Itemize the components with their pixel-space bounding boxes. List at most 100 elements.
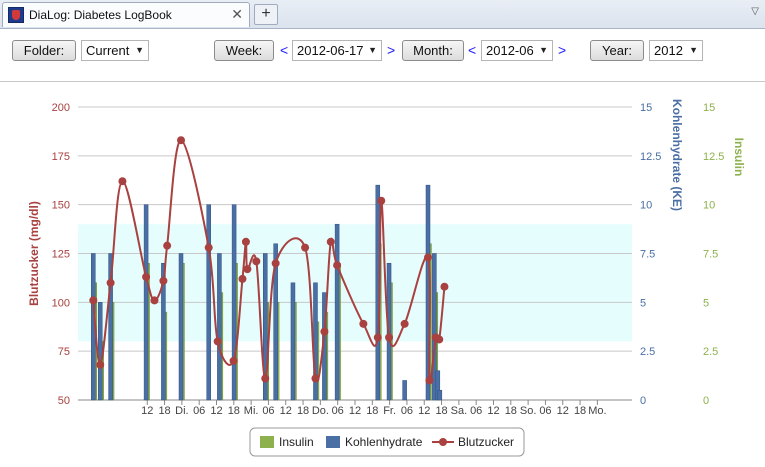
x-tick-label: Di. xyxy=(175,405,188,417)
folder-button[interactable]: Folder: xyxy=(12,40,76,61)
y-left-axis-title: Blutzucker (mg/dl) xyxy=(27,201,41,306)
week-next-link[interactable]: > xyxy=(387,41,395,59)
blutzucker-point xyxy=(241,237,250,246)
legend-blutzucker-label: Blutzucker xyxy=(458,435,514,449)
y-left-tick-label: 150 xyxy=(52,200,70,212)
y-right-ke-axis-title: Kohlenhydrate (KE) xyxy=(670,99,684,211)
y-right-ke-tick-label: 12.5 xyxy=(640,151,661,163)
y-left-tick-label: 50 xyxy=(58,395,70,407)
chart-panel: 50 75 100 125 150 175 200 0 2.5 5 7.5 10 12.5 15 0 2.5 5… xyxy=(0,82,765,464)
blutzucker-point xyxy=(425,376,434,385)
blutzucker-point xyxy=(177,136,186,145)
blutzucker-point xyxy=(243,265,252,274)
month-select[interactable]: 2012-06 ▼ xyxy=(481,40,553,61)
y-right-ke-tick-label: 2.5 xyxy=(640,346,655,358)
tab-strip: DiaLog: Diabetes LogBook ✕ + ▽ xyxy=(0,0,765,29)
y-right-insulin-tick-label: 5 xyxy=(703,297,709,309)
x-tick-label: 12 xyxy=(349,405,361,417)
y-right-insulin-tick-label: 2.5 xyxy=(703,346,718,358)
blutzucker-point xyxy=(159,276,168,285)
x-tick-label: 18 xyxy=(366,405,378,417)
tab-dialog[interactable]: DiaLog: Diabetes LogBook ✕ xyxy=(2,2,250,27)
week-select-value: 2012-06-17 xyxy=(297,43,364,58)
toolbar: Folder: Current ▼ Week: < 2012-06-17 ▼ >… xyxy=(0,29,765,82)
week-button[interactable]: Week: xyxy=(214,40,274,61)
month-prev-link[interactable]: < xyxy=(468,41,476,59)
x-tick-label: 18 xyxy=(297,405,309,417)
dropdown-arrow-icon: ▼ xyxy=(368,45,377,55)
x-tick-label: 18 xyxy=(505,405,517,417)
close-icon[interactable]: ✕ xyxy=(231,6,243,22)
blutzucker-point xyxy=(326,237,335,246)
blutzucker-point xyxy=(311,374,320,383)
week-prev-link[interactable]: < xyxy=(280,41,288,59)
y-left-tick-label: 125 xyxy=(52,249,70,261)
x-tick-label: Fr. xyxy=(383,405,396,417)
dropdown-arrow-icon: ▼ xyxy=(689,45,698,55)
blutzucker-point xyxy=(271,259,280,268)
new-tab-button[interactable]: + xyxy=(254,4,278,25)
x-tick-label: 18 xyxy=(435,405,447,417)
month-next-link[interactable]: > xyxy=(558,41,566,59)
x-tick-label: Sa. xyxy=(451,405,468,417)
blutzucker-point xyxy=(385,333,394,342)
blutzucker-point xyxy=(142,272,151,281)
legend-kohlenhydrate-label: Kohlenhydrate xyxy=(345,435,423,449)
dropdown-arrow-icon: ▼ xyxy=(539,45,548,55)
x-tick-label: Do. xyxy=(312,405,329,417)
month-select-value: 2012-06 xyxy=(486,43,534,58)
chevron-down-icon[interactable]: ▽ xyxy=(751,6,759,17)
x-tick-label: 12 xyxy=(280,405,292,417)
y-right-insulin-tick-label: 12.5 xyxy=(703,151,724,163)
x-tick-label: 06 xyxy=(539,405,551,417)
week-select[interactable]: 2012-06-17 ▼ xyxy=(292,40,382,61)
blutzucker-point xyxy=(373,333,382,342)
x-tick-label: 18 xyxy=(228,405,240,417)
blutzucker-point xyxy=(333,261,342,270)
blutzucker-point xyxy=(106,278,115,287)
kohlenhydrate-bar xyxy=(290,282,296,401)
x-tick-label: 18 xyxy=(158,405,170,417)
blutzucker-point xyxy=(204,243,213,252)
y-right-insulin-tick-label: 0 xyxy=(703,395,709,407)
x-tick-label: 06 xyxy=(332,405,344,417)
y-left-tick-label: 175 xyxy=(52,151,70,163)
blutzucker-point xyxy=(377,196,386,205)
kohlenhydrate-bar xyxy=(206,204,211,401)
x-tick-label: So. xyxy=(520,405,537,417)
x-tick-label: 06 xyxy=(262,405,274,417)
blutzucker-point xyxy=(96,360,105,369)
blutzucker-point xyxy=(320,327,329,336)
x-tick-label: 12 xyxy=(487,405,499,417)
app-icon xyxy=(8,7,24,23)
blutzucker-point xyxy=(150,296,159,305)
blutzucker-point xyxy=(261,374,270,383)
legend-insulin-swatch xyxy=(260,436,274,448)
blutzucker-point xyxy=(238,274,247,283)
kohlenhydrate-bar xyxy=(217,253,222,401)
legend-blutzucker-marker xyxy=(439,438,447,446)
kohlenhydrate-bar xyxy=(334,223,340,401)
x-tick-label: 12 xyxy=(210,405,222,417)
y-right-insulin-axis-title: Insulin xyxy=(732,138,746,177)
blutzucker-point xyxy=(301,243,310,252)
tab-title: DiaLog: Diabetes LogBook xyxy=(29,8,172,22)
y-right-insulin-tick-label: 15 xyxy=(703,102,715,114)
kohlenhydrate-bar xyxy=(231,204,237,401)
year-button[interactable]: Year: xyxy=(590,40,644,61)
folder-select[interactable]: Current ▼ xyxy=(81,40,149,61)
x-tick-label: 06 xyxy=(401,405,413,417)
legend-kohlenhydrate-swatch xyxy=(326,436,340,448)
y-left-tick-label: 200 xyxy=(52,102,70,114)
blutzucker-point xyxy=(163,241,172,250)
year-select[interactable]: 2012 ▼ xyxy=(649,40,703,61)
dropdown-arrow-icon: ▼ xyxy=(135,45,144,55)
blutzucker-point xyxy=(359,319,368,328)
kohlenhydrate-bar xyxy=(143,204,149,401)
blutzucker-point xyxy=(400,319,409,328)
month-button[interactable]: Month: xyxy=(402,40,464,61)
y-right-ke-tick-label: 5 xyxy=(640,297,646,309)
blutzucker-point xyxy=(229,356,238,365)
x-tick-label: 06 xyxy=(193,405,205,417)
y-right-ke-tick-label: 7.5 xyxy=(640,249,655,261)
